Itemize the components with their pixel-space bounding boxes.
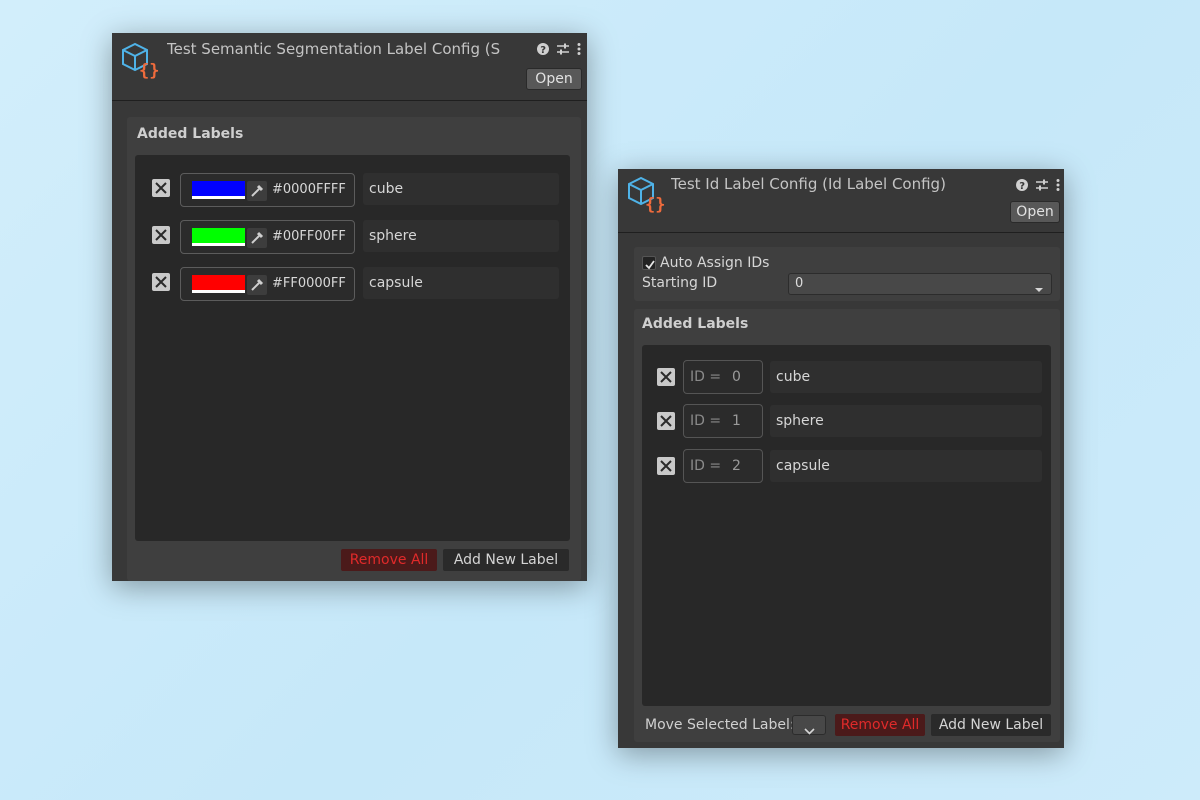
move-selected-dropdown[interactable] [792, 715, 826, 735]
panel-header: {} Test Semantic Segmentation Label Conf… [112, 33, 587, 101]
chevron-down-icon [804, 722, 815, 742]
svg-text:?: ? [540, 45, 546, 56]
help-icon[interactable]: ? [1015, 177, 1029, 192]
auto-assign-label: Auto Assign IDs [660, 255, 770, 271]
add-new-label-button[interactable]: Add New Label [443, 549, 569, 571]
move-selected-label-text: Move Selected Label: [645, 717, 795, 733]
close-icon[interactable] [152, 273, 170, 291]
add-new-label-button[interactable]: Add New Label [931, 714, 1051, 736]
config-asset-icon: {} [118, 39, 160, 81]
color-field[interactable]: #0000FFFF [180, 173, 355, 207]
auto-assign-checkbox[interactable] [642, 256, 656, 270]
help-icon[interactable]: ? [536, 41, 550, 56]
remove-all-button[interactable]: Remove All [341, 549, 437, 571]
id-prefix: ID = [690, 369, 722, 385]
eyedropper-icon[interactable] [247, 228, 267, 248]
list-item[interactable]: #FF0000FF capsule [135, 266, 570, 302]
added-labels-section: Added Labels ID = 0 cube ID = 1 sphere I… [634, 309, 1060, 742]
starting-id-label: Starting ID [642, 275, 718, 291]
labels-list: ID = 0 cube ID = 1 sphere ID = 2 capsule [642, 345, 1051, 706]
color-hex: #00FF00FF [272, 229, 346, 244]
eyedropper-icon[interactable] [247, 181, 267, 201]
id-field[interactable]: ID = 1 [683, 404, 763, 438]
header-icons: ? [1015, 177, 1061, 192]
config-asset-icon: {} [624, 173, 666, 215]
id-value: 2 [732, 458, 741, 474]
kebab-menu-icon[interactable] [576, 41, 582, 55]
panel-title: Test Id Label Config (Id Label Config) [671, 175, 946, 193]
list-item[interactable]: ID = 0 cube [642, 360, 1051, 396]
id-label-config-panel: {} Test Id Label Config (Id Label Config… [618, 169, 1064, 748]
list-item[interactable]: ID = 1 sphere [642, 404, 1051, 440]
header-icons: ? [536, 41, 582, 56]
svg-text:{}: {} [645, 195, 665, 215]
open-button[interactable]: Open [526, 68, 582, 90]
eyedropper-icon[interactable] [247, 275, 267, 295]
color-swatch[interactable] [192, 181, 245, 199]
id-prefix: ID = [690, 413, 722, 429]
remove-all-button[interactable]: Remove All [835, 714, 925, 736]
id-prefix: ID = [690, 458, 722, 474]
color-field[interactable]: #00FF00FF [180, 220, 355, 254]
svg-text:{}: {} [139, 61, 159, 81]
label-name-field[interactable]: capsule [363, 267, 559, 299]
id-value: 1 [732, 413, 741, 429]
kebab-menu-icon[interactable] [1055, 177, 1061, 191]
open-button[interactable]: Open [1010, 201, 1060, 223]
color-swatch[interactable] [192, 228, 245, 246]
id-settings-section: Auto Assign IDs Starting ID 0 [634, 247, 1060, 301]
color-hex: #0000FFFF [272, 182, 346, 197]
close-icon[interactable] [657, 457, 675, 475]
svg-text:?: ? [1019, 181, 1025, 192]
label-name-field[interactable]: cube [770, 361, 1042, 393]
semantic-label-config-panel: {} Test Semantic Segmentation Label Conf… [112, 33, 587, 581]
section-title: Added Labels [642, 316, 749, 332]
added-labels-section: Added Labels #0000FFFF cube #00FF00FF sp… [127, 117, 581, 581]
section-title: Added Labels [137, 126, 244, 142]
starting-id-dropdown[interactable]: 0 [788, 273, 1052, 295]
settings-sliders-icon[interactable] [556, 41, 570, 55]
panel-header: {} Test Id Label Config (Id Label Config… [618, 169, 1064, 233]
close-icon[interactable] [152, 179, 170, 197]
label-name-field[interactable]: sphere [770, 405, 1042, 437]
color-swatch[interactable] [192, 275, 245, 293]
id-field[interactable]: ID = 2 [683, 449, 763, 483]
label-name-field[interactable]: sphere [363, 220, 559, 252]
id-field[interactable]: ID = 0 [683, 360, 763, 394]
color-field[interactable]: #FF0000FF [180, 267, 355, 301]
list-item[interactable]: #00FF00FF sphere [135, 219, 570, 255]
close-icon[interactable] [657, 368, 675, 386]
settings-sliders-icon[interactable] [1035, 177, 1049, 191]
chevron-down-icon [1034, 281, 1044, 301]
list-item[interactable]: ID = 2 capsule [642, 449, 1051, 485]
labels-list: #0000FFFF cube #00FF00FF sphere #FF0000F… [135, 155, 570, 541]
label-name-field[interactable]: capsule [770, 450, 1042, 482]
id-value: 0 [732, 369, 741, 385]
starting-id-value: 0 [795, 276, 804, 291]
list-item[interactable]: #0000FFFF cube [135, 172, 570, 208]
color-hex: #FF0000FF [272, 276, 346, 291]
close-icon[interactable] [657, 412, 675, 430]
label-name-field[interactable]: cube [363, 173, 559, 205]
panel-title: Test Semantic Segmentation Label Config … [167, 40, 501, 58]
close-icon[interactable] [152, 226, 170, 244]
